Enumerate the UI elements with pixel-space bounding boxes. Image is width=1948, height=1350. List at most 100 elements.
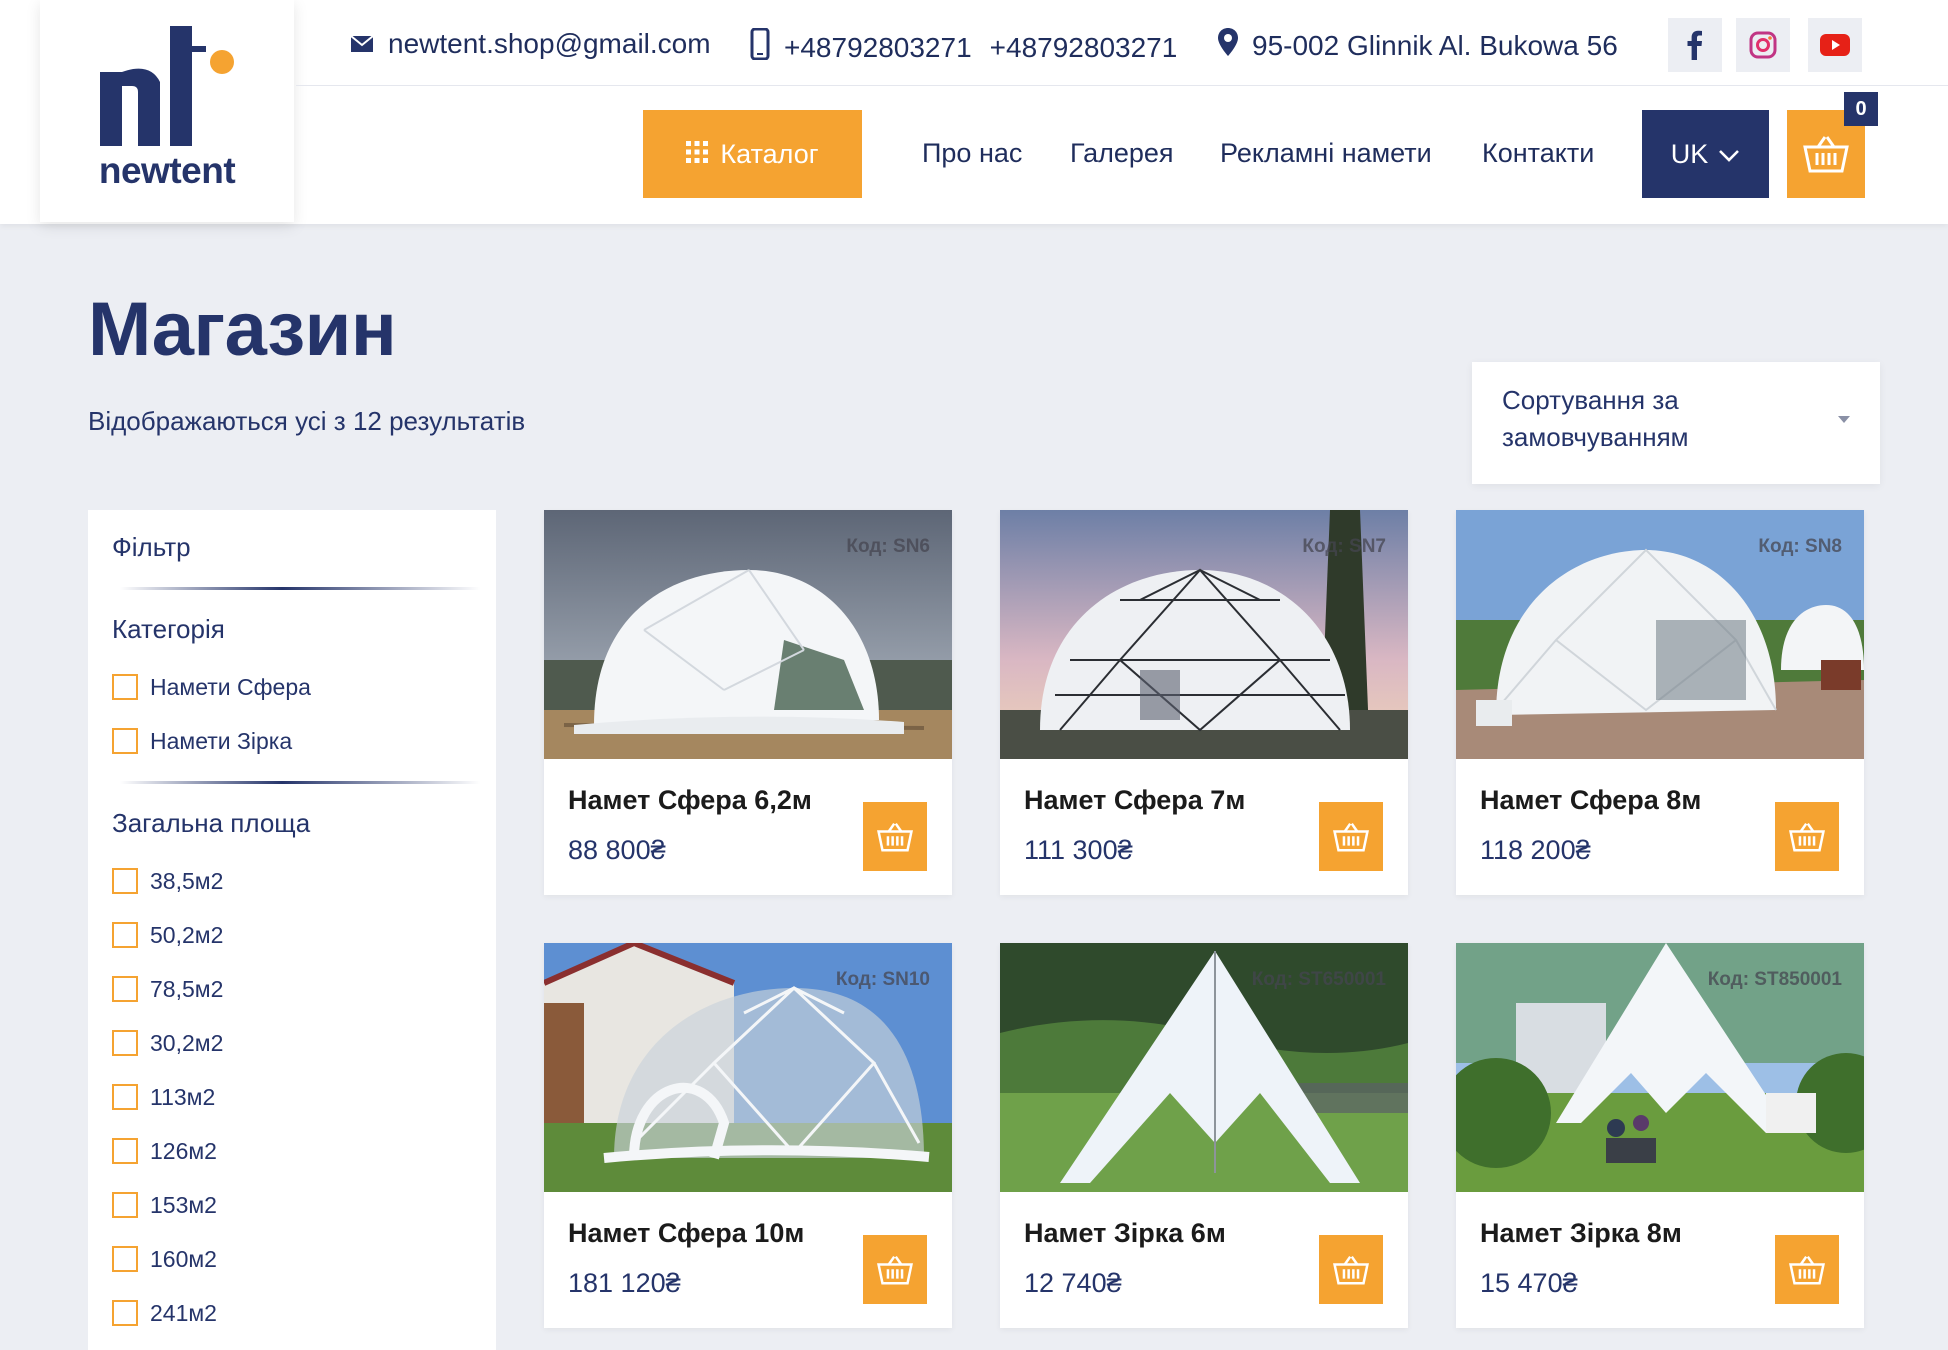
address-text: 95-002 Glinnik Al. Bukowa 56 [1252,29,1618,61]
checkbox-label: Намети Зірка [150,727,293,754]
add-to-cart-button[interactable] [1319,802,1383,871]
checkbox-label: 78,5м2 [150,975,224,1002]
area-filter-item[interactable]: 153м2 [112,1191,472,1219]
product-price: 88 800₴ [568,835,666,865]
add-to-cart-button[interactable] [1775,802,1839,871]
product-code: Код: SN7 [1302,536,1386,557]
area-filter-item[interactable]: 78,5м2 [112,975,472,1003]
product-name[interactable]: Намет Сфера 6,2м [568,785,812,816]
nav-link-about[interactable]: Про нас [922,138,1022,169]
checkbox[interactable] [112,674,138,700]
sort-label: Сортування за замовчуванням [1502,385,1689,452]
product-card[interactable]: Код: SN6 Намет Сфера 6,2м 88 800₴ [544,510,952,895]
product-name[interactable]: Намет Сфера 7м [1024,785,1245,816]
area-filter-item[interactable]: 30,2м2 [112,1029,472,1057]
product-card[interactable]: Код: ST650001 Намет Зірка 6м 12 740₴ [1000,943,1408,1328]
product-code: Код: ST850001 [1707,969,1842,990]
checkbox[interactable] [112,976,138,1002]
checkbox-label: 241м2 [150,1299,217,1326]
divider [120,781,480,784]
checkbox[interactable] [112,1192,138,1218]
product-price: 181 120₴ [568,1268,681,1298]
area-filter-item[interactable]: 113м2 [112,1083,472,1111]
area-filter-item[interactable]: 50,2м2 [112,921,472,949]
product-price: 111 300₴ [1024,835,1133,865]
phone-contact[interactable]: +48792803271 +48792803271 [750,27,1178,67]
youtube-link[interactable] [1808,18,1862,72]
area-filter-item[interactable]: 38,5м2 [112,867,472,895]
facebook-link[interactable] [1668,18,1722,72]
page-title: Магазин [88,287,397,372]
product-code: Код: SN10 [835,969,930,990]
caret-down-icon [1838,416,1850,423]
product-price: 12 740₴ [1024,1268,1122,1298]
mail-icon [350,28,374,60]
filter-sidebar: Фільтр Категорія Намети Сфера Намети Зір… [88,510,496,1350]
basket-icon [1333,822,1369,852]
facebook-icon [1687,30,1702,60]
address-contact[interactable]: 95-002 Glinnik Al. Bukowa 56 [1218,28,1618,63]
area-title: Загальна площа [112,808,311,838]
category-filter-sphere[interactable]: Намети Сфера [112,673,472,701]
product-image[interactable]: Код: SN7 [1000,510,1408,759]
category-filter-star[interactable]: Намети Зірка [112,727,472,755]
product-image[interactable]: Код: SN10 [544,943,952,1192]
product-name[interactable]: Намет Зірка 8м [1480,1218,1682,1249]
filter-title: Фільтр [112,532,191,562]
checkbox-label: 50,2м2 [150,921,224,948]
checkbox[interactable] [112,728,138,754]
sort-dropdown[interactable]: Сортування за замовчуванням [1472,362,1880,484]
checkbox[interactable] [112,1300,138,1326]
product-name[interactable]: Намет Сфера 8м [1480,785,1701,816]
checkbox[interactable] [112,868,138,894]
nav-link-gallery[interactable]: Галерея [1070,138,1174,169]
checkbox[interactable] [112,1084,138,1110]
nav-link-contacts[interactable]: Контакти [1482,138,1594,169]
product-image[interactable]: Код: SN8 [1456,510,1864,759]
area-filter-item[interactable]: 126м2 [112,1137,472,1165]
phone-text-2: +48792803271 [989,31,1178,63]
results-count: Відображаються усі з 12 результатів [88,406,526,436]
product-name[interactable]: Намет Зірка 6м [1024,1218,1226,1249]
product-card[interactable]: Код: ST850001 Намет Зірка 8м 15 470₴ [1456,943,1864,1328]
site-logo[interactable]: newtent [40,0,294,222]
language-label: UK [1670,138,1709,169]
chevron-down-icon [1718,139,1740,170]
checkbox[interactable] [112,922,138,948]
logo-mark-icon [100,26,234,146]
product-card[interactable]: Код: SN10 Намет Сфера 10м 181 120₴ [544,943,952,1328]
product-image[interactable]: Код: ST650001 [1000,943,1408,1192]
product-card[interactable]: Код: SN8 Намет Сфера 8м 118 200₴ [1456,510,1864,895]
basket-icon [877,822,913,852]
product-code: Код: SN8 [1758,536,1842,557]
area-filter-item[interactable]: 241м2 [112,1299,472,1327]
email-contact[interactable]: newtent.shop@gmail.com [350,28,711,60]
checkbox[interactable] [112,1030,138,1056]
checkbox[interactable] [112,1246,138,1272]
checkbox[interactable] [112,1138,138,1164]
add-to-cart-button[interactable] [1319,1235,1383,1304]
product-card[interactable]: Код: SN7 Намет Сфера 7м 111 300₴ [1000,510,1408,895]
product-name[interactable]: Намет Сфера 10м [568,1218,804,1249]
product-price: 118 200₴ [1480,835,1591,865]
basket-icon [877,1255,913,1285]
checkbox-label: 38,5м2 [150,867,224,894]
grid-icon [686,139,709,170]
area-filter-item[interactable]: 160м2 [112,1245,472,1273]
location-pin-icon [1218,28,1238,63]
instagram-link[interactable] [1736,18,1790,72]
nav-link-ads[interactable]: Рекламні намети [1220,138,1432,169]
main-nav: Каталог Про нас Галерея Рекламні намети … [296,86,1948,224]
add-to-cart-button[interactable] [1775,1235,1839,1304]
language-selector[interactable]: UK [1642,110,1769,198]
product-image[interactable]: Код: ST850001 [1456,943,1864,1192]
phone-text-1: +48792803271 [784,31,972,63]
basket-icon [1803,136,1849,173]
add-to-cart-button[interactable] [863,802,927,871]
product-image[interactable]: Код: SN6 [544,510,952,759]
product-code: Код: SN6 [846,536,930,557]
add-to-cart-button[interactable] [863,1235,927,1304]
catalog-label: Каталог [720,138,819,169]
product-price: 15 470₴ [1480,1268,1578,1298]
catalog-button[interactable]: Каталог [643,110,862,198]
